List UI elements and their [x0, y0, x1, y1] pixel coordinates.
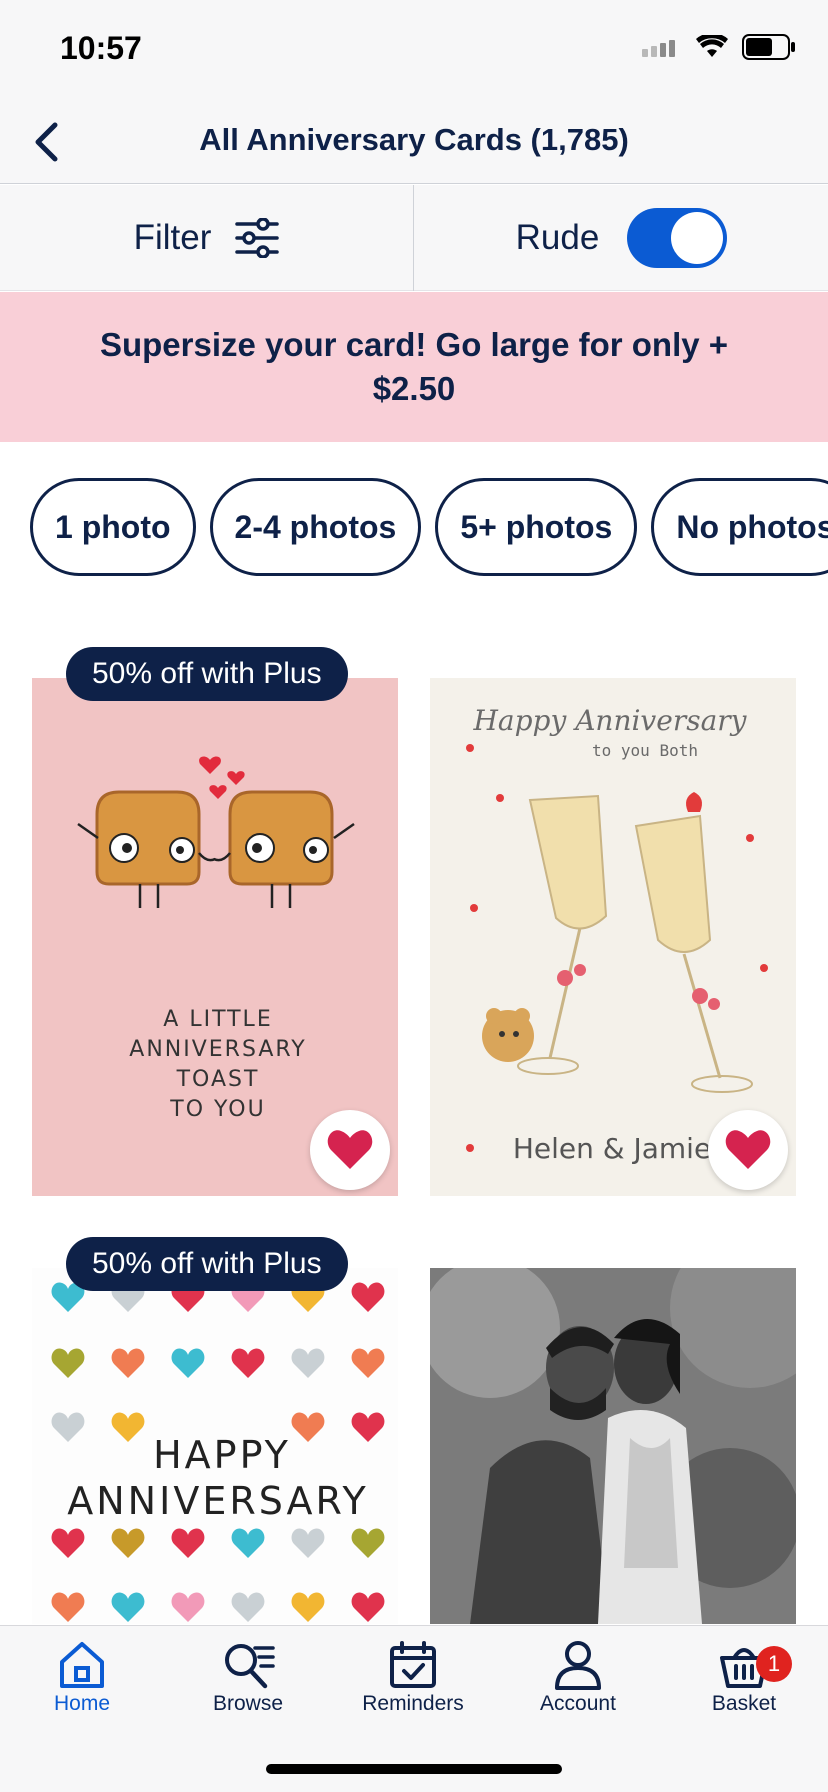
heart-icon — [725, 1130, 771, 1169]
status-icons — [642, 34, 796, 60]
filter-button[interactable]: Filter — [0, 185, 414, 291]
card-hearts-line-2: ANNIVERSARY — [67, 1479, 368, 1523]
tab-reminders-label: Reminders — [362, 1692, 464, 1715]
favourite-button[interactable] — [310, 1110, 390, 1190]
tab-home[interactable]: Home — [12, 1640, 152, 1716]
status-bar: 10:57 — [0, 0, 828, 100]
sliders-icon — [235, 218, 280, 258]
heart-icon — [327, 1130, 373, 1169]
chip-no-photos[interactable]: No photos — [651, 478, 828, 576]
calendar-check-icon — [390, 1641, 436, 1688]
promo-banner[interactable]: Supersize your card! Go large for only +… — [0, 292, 828, 442]
person-icon — [555, 1641, 601, 1690]
card-toast-line-1: A LITTLE — [163, 1007, 272, 1032]
tab-browse-label: Browse — [212, 1692, 284, 1715]
plus-discount-badge: 50% off with Plus — [66, 647, 348, 701]
tab-account[interactable]: Account — [508, 1640, 648, 1716]
card-toast-line-3: TOAST — [176, 1067, 260, 1092]
page-title: All Anniversary Cards (1,785) — [199, 122, 629, 157]
card-toast-line-4: TO YOU — [169, 1097, 265, 1122]
tab-basket-label: Basket — [711, 1692, 777, 1715]
chip-2-4-photos[interactable]: 2-4 photos — [209, 478, 422, 576]
promo-text: Supersize your card! Go large for only +… — [99, 326, 729, 407]
card-hearts-line-1: HAPPY — [153, 1433, 291, 1477]
chip-5-plus-photos[interactable]: 5+ photos — [435, 478, 638, 576]
tab-basket[interactable]: Basket 1 — [674, 1640, 814, 1716]
filter-bar: Filter Rude — [0, 185, 828, 291]
basket-count-badge: 1 — [756, 1646, 792, 1682]
status-time: 10:57 — [60, 30, 142, 66]
favourite-button[interactable] — [708, 1110, 788, 1190]
photo-filter-chips: 1 photo 2-4 photos 5+ photos No photos — [30, 478, 828, 576]
rude-toggle[interactable] — [627, 208, 728, 268]
rude-label: Rude — [515, 218, 600, 257]
toggle-knob — [671, 212, 724, 264]
card-toast-line-2: ANNIVERSARY — [129, 1037, 306, 1062]
chip-1-photo[interactable]: 1 photo — [30, 478, 196, 576]
battery-icon — [742, 34, 795, 60]
tab-account-label: Account — [540, 1692, 616, 1715]
tab-home-label: Home — [53, 1692, 111, 1715]
card-wedding-photo[interactable] — [430, 1268, 796, 1624]
signal-icon — [642, 40, 675, 57]
filter-label: Filter — [133, 218, 212, 257]
home-icon — [60, 1642, 104, 1688]
card-champagne-names: Helen & Jamie — [513, 1132, 711, 1165]
card-hearts[interactable]: HAPPY ANNIVERSARY — [32, 1268, 398, 1624]
home-indicator — [266, 1764, 562, 1774]
navigation-bar: All Anniversary Cards (1,785) — [0, 100, 828, 184]
tab-reminders[interactable]: Reminders — [343, 1640, 483, 1716]
tab-browse[interactable]: Browse — [178, 1640, 318, 1716]
browse-search-icon — [225, 1644, 275, 1689]
wifi-icon — [696, 35, 728, 57]
rude-filter: Rude — [415, 185, 828, 291]
card-champagne-subtitle: to you Both — [592, 741, 698, 760]
wedding-photo-image — [430, 1268, 796, 1624]
plus-discount-badge: 50% off with Plus — [66, 1237, 348, 1291]
card-champagne-script-title: Happy Anniversary — [473, 704, 748, 737]
hearts-illustration: HAPPY ANNIVERSARY — [51, 1282, 385, 1622]
